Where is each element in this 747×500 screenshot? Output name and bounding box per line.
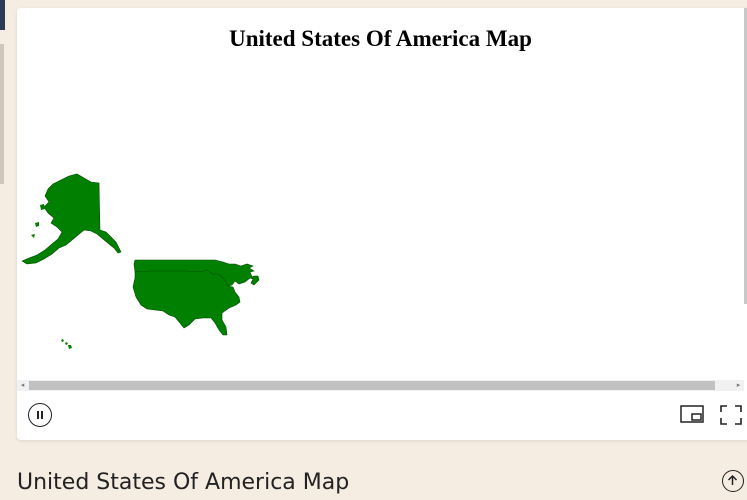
pause-icon [37,411,39,419]
scroll-left-arrow-icon[interactable]: ◂ [17,380,28,391]
player-controls [17,394,747,434]
us-map [21,173,260,349]
alaska-island-shape [31,234,35,238]
fullscreen-icon [720,405,742,425]
pause-button[interactable] [28,403,52,427]
horizontal-scrollbar[interactable]: ◂ ▸ [17,380,744,391]
arrow-up-icon [727,474,738,485]
fullscreen-button[interactable] [720,405,742,425]
scroll-right-arrow-icon[interactable]: ▸ [733,380,744,391]
horizontal-scrollbar-thumb[interactable] [29,381,715,390]
contiguous-us-shape [132,259,260,336]
window-edge [0,44,4,184]
picture-in-picture-button[interactable] [680,405,704,423]
hawaii-shape [65,342,68,345]
hawaii-shape [61,339,64,342]
window-corner-accent [0,0,5,30]
pause-icon-bar [41,411,43,419]
hawaii-shape [68,345,72,349]
alaska-island-shape [35,222,39,227]
picture-in-picture-icon [680,405,704,423]
media-caption: United States Of America Map [17,470,350,495]
map-viewport: United States Of America Map [17,8,744,380]
map-card: United States Of America Map ◂ ▸ [17,8,747,440]
scroll-up-button[interactable] [722,470,744,492]
alaska-island-shape [40,204,45,210]
alaska-shape [21,173,122,265]
